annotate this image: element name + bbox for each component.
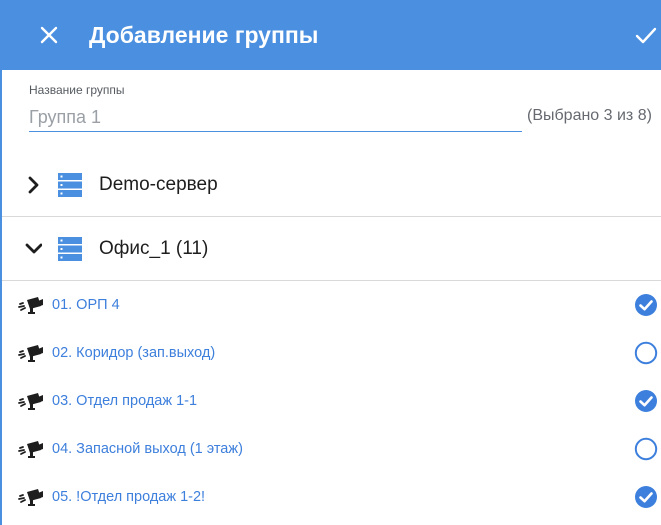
camera-label: 02. Коридор (зап.выход) bbox=[52, 345, 216, 361]
unchecked-circle-icon[interactable] bbox=[634, 341, 658, 365]
chevron-down-icon[interactable] bbox=[24, 239, 42, 259]
checked-circle-icon[interactable] bbox=[634, 293, 658, 317]
close-button[interactable] bbox=[36, 22, 62, 48]
server-row-office[interactable]: Офис_1 (11) bbox=[2, 217, 661, 281]
server-icon bbox=[58, 173, 82, 197]
checked-circle-icon[interactable] bbox=[634, 485, 658, 509]
server-icon bbox=[58, 237, 82, 261]
camera-label: 03. Отдел продаж 1-1 bbox=[52, 393, 198, 409]
chevron-right-icon[interactable] bbox=[26, 175, 42, 195]
camera-icon bbox=[18, 391, 44, 411]
camera-row[interactable]: 03. Отдел продаж 1-1 bbox=[2, 377, 661, 425]
server-label: Demo-сервер bbox=[99, 174, 218, 195]
camera-label: 05. !Отдел продаж 1-2! bbox=[52, 489, 206, 505]
dialog: Добавление группы Название группы (Выбра… bbox=[0, 0, 661, 525]
camera-icon bbox=[18, 439, 44, 459]
camera-row[interactable]: 02. Коридор (зап.выход) bbox=[2, 329, 661, 377]
group-name-input[interactable] bbox=[29, 103, 522, 132]
camera-row[interactable]: 01. ОРП 4 bbox=[2, 281, 661, 329]
page-title: Добавление группы bbox=[89, 22, 319, 48]
camera-label: 04. Запасной выход (1 этаж) bbox=[52, 441, 243, 457]
camera-icon bbox=[18, 343, 44, 363]
confirm-button[interactable] bbox=[634, 24, 658, 48]
camera-label: 01. ОРП 4 bbox=[52, 297, 120, 313]
selected-count: (Выбрано 3 из 8) bbox=[527, 107, 652, 124]
close-icon bbox=[40, 26, 58, 44]
unchecked-circle-icon[interactable] bbox=[634, 437, 658, 461]
camera-row[interactable]: 04. Запасной выход (1 этаж) bbox=[2, 425, 661, 473]
camera-icon bbox=[18, 487, 44, 507]
server-label: Офис_1 (11) bbox=[99, 238, 209, 259]
group-name-label: Название группы bbox=[29, 83, 125, 97]
app-bar: Добавление группы bbox=[2, 0, 661, 70]
check-icon bbox=[635, 27, 657, 44]
checked-circle-icon[interactable] bbox=[634, 389, 658, 413]
camera-icon bbox=[18, 295, 44, 315]
camera-row[interactable]: 05. !Отдел продаж 1-2! bbox=[2, 473, 661, 521]
server-row-demo[interactable]: Demo-сервер bbox=[2, 153, 661, 217]
